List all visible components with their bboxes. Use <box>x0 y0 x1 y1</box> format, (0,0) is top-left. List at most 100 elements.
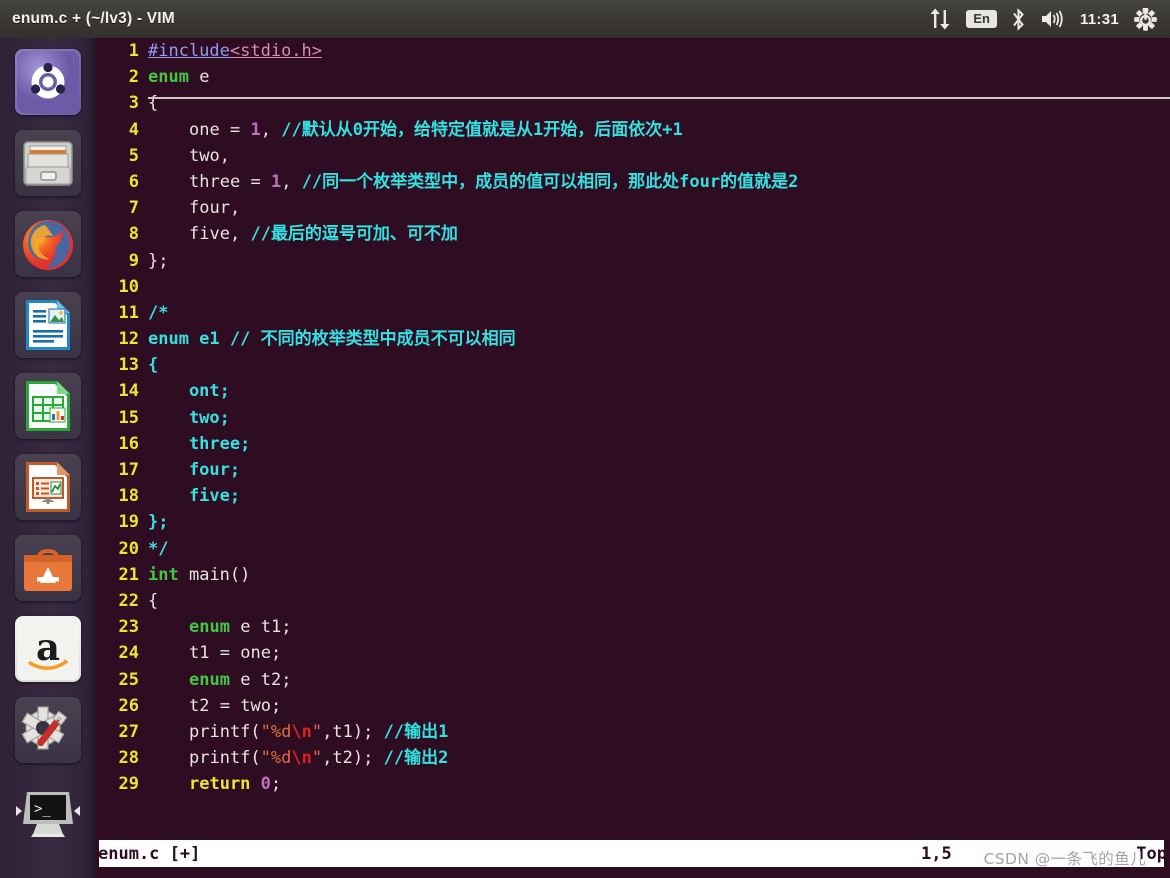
line-source: enum e t2; <box>189 669 292 690</box>
status-filename: enum.c [+] <box>98 843 201 864</box>
code-line: 11 /* <box>95 300 1170 326</box>
line-number: 20 <box>118 538 139 559</box>
code-line: 3{ <box>95 90 1170 116</box>
line-source: four; <box>148 460 241 480</box>
line-number: 5 <box>128 145 139 166</box>
launcher-item-firefox[interactable] <box>14 211 81 277</box>
line-source: three; <box>148 433 251 454</box>
code-line: 15 two; <box>95 405 1170 431</box>
line-source: two, <box>189 145 230 166</box>
launcher-item-writer[interactable] <box>14 292 81 358</box>
ubuntu-logo-icon <box>16 51 79 113</box>
line-number: 1 <box>128 41 139 61</box>
line-source: four, <box>189 198 241 219</box>
watermark: CSDN @一条飞的鱼儿 <box>983 850 1146 868</box>
line-source: enum e <box>148 67 210 88</box>
line-source: enum e t1; <box>189 617 292 638</box>
amazon-icon: a <box>16 618 79 680</box>
code-line: 10 <box>95 274 1170 300</box>
terminal-icon: >_ <box>22 792 73 837</box>
launcher-item-files[interactable] <box>14 130 81 196</box>
code-line: 28 printf("%d\n",t2); //输出2 <box>95 745 1170 771</box>
top-panel: enum.c + (~/lv3) - VIM En 11:31 <box>0 0 1170 38</box>
code-line: 27 printf("%d\n",t1); //输出1 <box>95 719 1170 745</box>
line-source: enum e1 // 不同的枚举类型中成员不可以相同 <box>148 329 516 350</box>
line-source: printf("%d\n",t2); //输出2 <box>189 748 449 769</box>
line-source: { <box>148 93 159 114</box>
status-right-edge <box>1164 840 1170 867</box>
code-line: 5 two, <box>95 143 1170 169</box>
line-source: }; <box>148 512 169 533</box>
code-line: 9}; <box>95 248 1170 274</box>
line-source: printf("%d\n",t1); //输出1 <box>189 721 449 742</box>
presentation-icon <box>25 462 70 512</box>
code-line: 26 t2 = two; <box>95 693 1170 719</box>
line-source: { <box>148 590 159 611</box>
up-down-arrows-icon[interactable] <box>928 8 952 30</box>
running-indicator-left <box>15 806 22 816</box>
status-position: 1,5 <box>921 843 952 864</box>
line-number: 7 <box>128 198 139 219</box>
gear-wrench-icon <box>20 706 67 750</box>
document-icon <box>25 300 70 350</box>
launcher-item-ubuntu-dash[interactable] <box>14 49 81 115</box>
line-number: 15 <box>118 407 139 428</box>
bluetooth-icon[interactable] <box>1011 7 1026 31</box>
line-number: 9 <box>128 250 139 271</box>
code-line: 12 enum e1 // 不同的枚举类型中成员不可以相同 <box>95 326 1170 352</box>
line-source: t1 = one; <box>189 643 282 664</box>
launcher-item-calc[interactable] <box>14 373 81 439</box>
clock[interactable]: 11:31 <box>1080 11 1119 28</box>
code-line: 18 five; <box>95 483 1170 509</box>
line-number: 28 <box>118 748 139 769</box>
line-number: 11 <box>118 302 139 323</box>
line-number: 14 <box>118 381 139 402</box>
line-source: return 0; <box>189 774 282 795</box>
launcher-item-settings[interactable] <box>14 697 81 763</box>
line-number: 8 <box>128 224 139 245</box>
code-line: 25 enum e t2; <box>95 667 1170 693</box>
vim-window: 1 #include<stdio.h> 2 enum e 3{4 one = 1, //… <box>95 38 1170 878</box>
line-number: 12 <box>118 329 139 350</box>
code-line: 22 { <box>95 588 1170 614</box>
launcher-item-software[interactable] <box>14 535 81 601</box>
code-area[interactable]: 1 #include<stdio.h> 2 enum e 3{4 one = 1, //… <box>95 38 1170 802</box>
line-number: 19 <box>118 512 139 533</box>
line-number: 4 <box>128 119 139 140</box>
code-line: 4 one = 1, //默认从0开始，给特定值就是从1开始，后面依次+1 <box>95 117 1170 143</box>
line-source: }; <box>148 250 169 271</box>
code-line: 20 */ <box>95 536 1170 562</box>
launcher-item-terminal[interactable]: >_ <box>15 778 81 844</box>
line-source: int main() <box>148 564 251 585</box>
line-number: 25 <box>118 669 139 690</box>
line-source: one = 1, //默认从0开始，给特定值就是从1开始，后面依次+1 <box>189 119 683 140</box>
code-line: 8 five, //最后的逗号可加、可不加 <box>95 221 1170 247</box>
code-line: 6 three = 1, //同一个枚举类型中，成员的值可以相同，那此处four… <box>95 169 1170 195</box>
gear-power-icon[interactable] <box>1133 7 1158 32</box>
line-source: t2 = two; <box>189 695 282 716</box>
line-number: 17 <box>118 460 139 480</box>
line-number: 13 <box>118 355 139 376</box>
volume-icon[interactable] <box>1040 8 1066 30</box>
launcher-item-impress[interactable] <box>14 454 81 520</box>
line-source: { <box>148 355 159 376</box>
launcher-item-amazon[interactable]: a <box>14 616 81 682</box>
code-line: 24 t1 = one; <box>95 640 1170 666</box>
line-number: 29 <box>118 774 139 795</box>
line-number: 24 <box>118 643 139 664</box>
line-number: 21 <box>118 564 139 585</box>
svg-text:>_: >_ <box>34 801 51 817</box>
status-left-edge <box>95 840 99 867</box>
line-number: 3 <box>128 93 139 114</box>
line-source: ont; <box>148 381 230 402</box>
line-source: */ <box>148 538 169 559</box>
keyboard-layout-indicator[interactable]: En <box>966 9 997 29</box>
code-line: 1 #include<stdio.h> <box>95 38 1170 64</box>
line-source: five, //最后的逗号可加、可不加 <box>189 224 458 245</box>
line-source: /* <box>148 302 169 323</box>
code-line: 19}; <box>95 509 1170 535</box>
running-indicator-right <box>73 806 80 816</box>
code-line: 17 four; <box>95 457 1170 483</box>
line-number: 18 <box>118 486 139 507</box>
desktop-screen: enum.c + (~/lv3) - VIM En 11:31 a >_ 1 #… <box>0 0 1170 878</box>
